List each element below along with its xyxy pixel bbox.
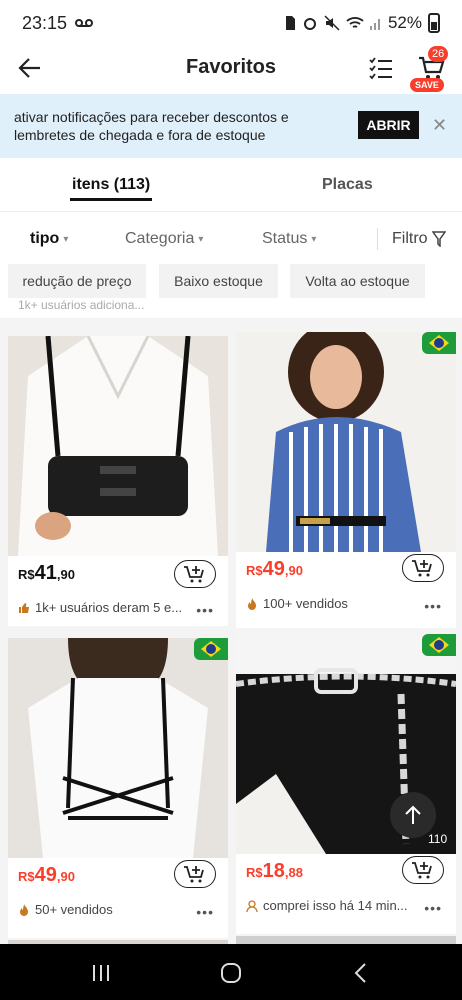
recent-apps-icon[interactable] <box>88 960 114 986</box>
cart-count-badge: 26 <box>428 46 449 62</box>
filter-tipo[interactable]: tipo ▾ <box>30 230 68 248</box>
price-decimal: ,90 <box>284 563 303 578</box>
filter-status-label: Status <box>262 230 308 247</box>
product-image[interactable] <box>236 332 456 552</box>
price-integer: 49 <box>34 864 57 886</box>
price-currency: R$ <box>18 567 35 582</box>
chevron-down-icon: ▾ <box>311 233 317 245</box>
product-meta: comprei isso há 14 min... <box>246 898 416 913</box>
alarm-icon <box>303 18 316 30</box>
filter-categoria-label: Categoria <box>125 230 195 247</box>
chip-price-drop[interactable]: redução de preço <box>8 264 146 298</box>
price-decimal: ,90 <box>56 869 75 884</box>
wifi-icon <box>346 17 364 28</box>
product-price: R$18,88 <box>246 860 303 883</box>
notification-text: ativar notificações para receber descont… <box>14 109 289 143</box>
add-to-cart-button[interactable] <box>174 560 216 588</box>
add-to-cart-icon <box>412 560 432 577</box>
product-meta: 50+ vendidos <box>18 902 188 917</box>
product-meta-text: 50+ vendidos <box>35 902 113 917</box>
divider <box>377 228 378 250</box>
product-meta-text: 100+ vendidos <box>263 596 348 611</box>
product-card[interactable] <box>236 936 456 944</box>
product-image[interactable] <box>8 638 228 858</box>
add-to-cart-button[interactable] <box>402 554 444 582</box>
chevron-down-icon: ▾ <box>198 233 204 245</box>
brazil-flag-icon <box>422 332 456 354</box>
product-card[interactable]: R$49,90 50+ vendidos ••• <box>8 638 228 938</box>
peek-meta-text: 1k+ usuários adiciona... <box>18 298 145 312</box>
chip-low-stock[interactable]: Baixo estoque <box>159 264 278 298</box>
price-integer: 18 <box>262 860 285 882</box>
chip-back-in-stock[interactable]: Volta ao estoque <box>290 264 425 298</box>
user-icon <box>246 899 258 912</box>
app-header: Favoritos 26 SAVE <box>0 46 462 92</box>
close-icon[interactable]: ✕ <box>432 116 450 134</box>
tab-bar: itens (113) Placas <box>0 158 462 212</box>
home-icon[interactable] <box>218 960 244 986</box>
more-options-icon[interactable]: ••• <box>196 904 214 920</box>
product-meta: 1k+ usuários deram 5 e... <box>18 600 188 615</box>
funnel-icon <box>431 231 446 247</box>
product-card[interactable]: R$18,88 comprei isso há 14 min... ••• <box>236 634 456 934</box>
filter-button[interactable]: Filtro <box>392 230 446 248</box>
filter-tipo-label: tipo <box>30 230 60 247</box>
product-meta-text: comprei isso há 14 min... <box>263 898 408 913</box>
price-decimal: ,88 <box>284 865 303 880</box>
product-image[interactable] <box>8 336 228 556</box>
more-options-icon[interactable]: ••• <box>424 900 442 916</box>
filter-categoria[interactable]: Categoria ▾ <box>125 230 203 248</box>
clock: 23:15 <box>22 12 68 33</box>
more-options-icon[interactable]: ••• <box>196 602 214 618</box>
product-price: R$49,90 <box>246 558 303 581</box>
chevron-down-icon: ▾ <box>63 233 69 245</box>
add-to-cart-button[interactable] <box>174 860 216 888</box>
quick-filter-chips: redução de preço Baixo estoque Volta ao … <box>0 264 462 300</box>
product-card[interactable]: R$41,90 1k+ usuários deram 5 e... ••• <box>8 336 228 626</box>
cart-button[interactable]: 26 SAVE <box>410 46 456 92</box>
add-to-cart-icon <box>184 866 204 883</box>
product-price: R$49,90 <box>18 864 75 887</box>
product-grid: R$41,90 1k+ usuários deram 5 e... ••• R$… <box>0 318 462 944</box>
filter-button-label: Filtro <box>392 230 428 247</box>
signal-icon <box>369 19 380 30</box>
fire-icon <box>20 903 28 916</box>
arrow-up-icon <box>405 805 421 824</box>
add-to-cart-icon <box>184 566 204 583</box>
notification-banner: ativar notificações para receber descont… <box>0 94 462 158</box>
filter-bar: tipo ▾ Categoria ▾ Status ▾ Filtro <box>0 216 462 260</box>
save-badge: SAVE <box>410 78 444 92</box>
price-integer: 49 <box>262 558 285 580</box>
tab-placas[interactable]: Placas <box>322 176 373 194</box>
thumbs-up-icon <box>19 602 29 613</box>
price-currency: R$ <box>18 869 35 884</box>
system-nav-bar <box>0 944 462 1000</box>
price-currency: R$ <box>246 865 263 880</box>
add-to-cart-button[interactable] <box>402 856 444 884</box>
product-card[interactable]: R$49,90 100+ vendidos ••• <box>236 332 456 628</box>
sim-icon <box>285 16 295 30</box>
fire-icon <box>248 597 256 610</box>
checklist-icon[interactable] <box>367 54 395 82</box>
brazil-flag-icon <box>422 634 456 656</box>
back-icon[interactable] <box>348 960 374 986</box>
items-count-label: 110 <box>428 832 448 846</box>
status-bar: 23:15 52% <box>0 0 462 46</box>
more-options-icon[interactable]: ••• <box>424 598 442 614</box>
price-decimal: ,90 <box>56 567 75 582</box>
battery-percent: 52% <box>387 13 422 32</box>
product-meta-text: 1k+ usuários deram 5 e... <box>35 600 183 615</box>
voicemail-icon <box>75 19 94 27</box>
mute-icon <box>324 15 340 31</box>
open-notifications-button[interactable]: ABRIR <box>358 111 419 139</box>
price-integer: 41 <box>34 562 57 584</box>
tab-itens[interactable]: itens (113) <box>69 176 153 201</box>
price-currency: R$ <box>246 563 263 578</box>
filter-status[interactable]: Status ▾ <box>262 230 316 248</box>
brazil-flag-icon <box>194 638 228 660</box>
battery-icon <box>428 13 440 33</box>
product-price: R$41,90 <box>18 562 75 585</box>
product-meta: 100+ vendidos <box>246 596 416 611</box>
add-to-cart-icon <box>412 862 432 879</box>
